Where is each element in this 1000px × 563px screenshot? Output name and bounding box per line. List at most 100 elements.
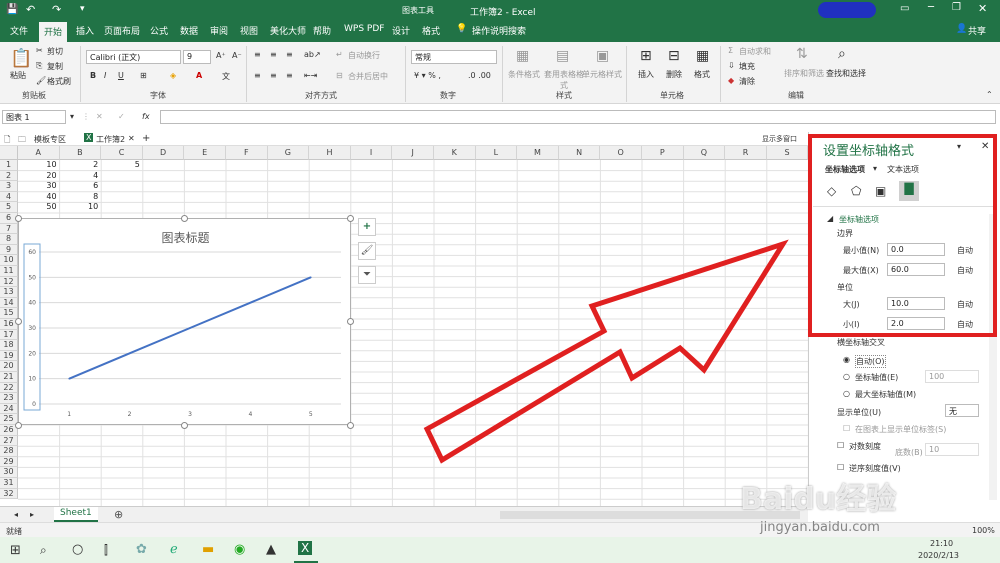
- row-header[interactable]: 22: [0, 382, 18, 394]
- row-header[interactable]: 31: [0, 478, 18, 489]
- phonetic-icon[interactable]: 文: [222, 71, 230, 82]
- column-header[interactable]: Q: [683, 146, 726, 160]
- row-header[interactable]: 3: [0, 181, 18, 192]
- formula-input[interactable]: [160, 110, 996, 124]
- format-painter-button[interactable]: 格式刷: [47, 76, 71, 87]
- cell-value[interactable]: 30: [18, 181, 56, 191]
- chart-resize-handle[interactable]: [181, 215, 188, 222]
- font-color-icon[interactable]: A: [196, 71, 202, 80]
- underline-icon[interactable]: U: [118, 71, 124, 80]
- row-header[interactable]: 27: [0, 435, 18, 447]
- collapse-ribbon-icon[interactable]: ⌃: [986, 90, 993, 99]
- chart-resize-handle[interactable]: [347, 318, 354, 325]
- row-header[interactable]: 17: [0, 329, 18, 341]
- insert-cells-button[interactable]: 插入: [638, 69, 654, 80]
- clear-button[interactable]: 清除: [739, 76, 755, 87]
- share-icon[interactable]: 👤: [956, 24, 967, 34]
- cell-value[interactable]: 50: [18, 202, 56, 212]
- cut-icon[interactable]: ✂: [36, 46, 43, 55]
- cell-value[interactable]: 2: [60, 160, 98, 170]
- cell-style-button[interactable]: 单元格样式: [582, 69, 622, 80]
- chart-resize-handle[interactable]: [15, 422, 22, 429]
- row-header[interactable]: 12: [0, 276, 18, 288]
- row-header[interactable]: 29: [0, 456, 18, 468]
- cross-auto-label[interactable]: 自动(O): [855, 355, 886, 368]
- row-header[interactable]: 18: [0, 340, 18, 351]
- excel-taskbar-icon[interactable]: X: [298, 541, 313, 555]
- conditional-format-icon[interactable]: ▦: [516, 48, 529, 64]
- new-tab-icon[interactable]: +: [142, 133, 150, 144]
- minimize-button[interactable]: ─: [928, 2, 934, 13]
- chart-styles-button[interactable]: 🖌: [358, 242, 376, 260]
- tab-beautify[interactable]: 美化大师: [270, 24, 306, 37]
- cross-max-label[interactable]: 最大坐标轴值(M): [855, 389, 916, 400]
- delete-cells-icon[interactable]: ⊟: [668, 48, 680, 64]
- sort-filter-icon[interactable]: ⇅: [796, 46, 808, 62]
- row-header[interactable]: 24: [0, 403, 18, 415]
- tab-text-options[interactable]: 文本选项: [887, 164, 919, 175]
- tab-axis-options-dropdown[interactable]: ▾: [873, 164, 877, 173]
- reverse-order-checkbox[interactable]: ☐: [837, 463, 844, 472]
- row-header[interactable]: 8: [0, 234, 18, 245]
- effects-icon[interactable]: ⬠: [851, 184, 861, 198]
- wrap-text-button[interactable]: 自动换行: [348, 50, 380, 61]
- cell-value[interactable]: 10: [60, 202, 98, 212]
- font-grow-icon[interactable]: A⁺: [216, 51, 226, 60]
- min-bound-input[interactable]: 0.0: [887, 243, 945, 256]
- data-point[interactable]: [128, 352, 131, 355]
- column-header[interactable]: D: [142, 146, 185, 160]
- next-sheet-icon[interactable]: ▸: [30, 510, 34, 519]
- major-auto-button[interactable]: 自动: [957, 299, 973, 310]
- row-header[interactable]: 15: [0, 308, 18, 319]
- column-header[interactable]: M: [517, 146, 559, 160]
- cancel-icon[interactable]: ✕: [96, 112, 103, 121]
- row-header[interactable]: 4: [0, 191, 18, 203]
- wechat-icon[interactable]: ◉: [234, 542, 245, 557]
- chart-filters-button[interactable]: ⏷: [358, 266, 376, 284]
- wrap-text-icon[interactable]: ↵: [336, 50, 343, 59]
- column-header[interactable]: N: [558, 146, 601, 160]
- data-point[interactable]: [310, 276, 312, 279]
- row-header[interactable]: 1: [0, 160, 18, 171]
- clock-date[interactable]: 2020/2/13: [918, 551, 959, 560]
- column-header[interactable]: C: [101, 146, 143, 160]
- tab-formulas[interactable]: 公式: [150, 24, 168, 37]
- tab-insert[interactable]: 插入: [76, 24, 94, 37]
- cross-value-radio[interactable]: ○: [843, 372, 850, 381]
- cross-value-label[interactable]: 坐标轴值(E): [855, 372, 898, 383]
- cell-value[interactable]: 5: [101, 160, 140, 170]
- doc-tab-book[interactable]: 工作簿2: [96, 134, 125, 145]
- autosum-button[interactable]: 自动求和: [739, 46, 771, 57]
- copy-button[interactable]: 复制: [47, 61, 63, 72]
- restore-button[interactable]: ❐: [952, 2, 961, 13]
- pane-scrollbar[interactable]: [989, 214, 997, 500]
- row-header[interactable]: 5: [0, 202, 18, 213]
- copy-icon[interactable]: ⎘: [36, 61, 42, 71]
- chart-resize-handle[interactable]: [15, 318, 22, 325]
- save-icon[interactable]: 💾: [6, 4, 18, 15]
- row-header[interactable]: 20: [0, 361, 18, 372]
- fill-button[interactable]: 填充: [739, 61, 755, 72]
- pane-close-button[interactable]: ✕: [981, 141, 989, 152]
- row-header[interactable]: 11: [0, 266, 18, 277]
- border-icon[interactable]: ⊞: [140, 71, 147, 80]
- name-box-dropdown-icon[interactable]: ▾: [70, 112, 74, 121]
- clock-time[interactable]: 21:10: [930, 539, 953, 548]
- min-auto-button[interactable]: 自动: [957, 245, 973, 256]
- axis-options-icon[interactable]: ▇: [899, 181, 919, 201]
- zoom-level[interactable]: 100%: [972, 526, 995, 535]
- add-sheet-icon[interactable]: ⊕: [114, 508, 123, 521]
- column-header[interactable]: O: [600, 146, 642, 160]
- tab-help[interactable]: 帮助: [313, 24, 331, 37]
- pane-options-icon[interactable]: ▾: [957, 142, 961, 151]
- chart-resize-handle[interactable]: [347, 422, 354, 429]
- cross-auto-radio[interactable]: ◉: [843, 355, 850, 364]
- chart-object[interactable]: 图表标题 0 10 20 30 40 50 60 1 2 3 4 5: [18, 218, 351, 425]
- column-header[interactable]: B: [59, 146, 102, 160]
- data-point[interactable]: [189, 327, 191, 329]
- orientation-icon[interactable]: ab↗: [304, 50, 321, 59]
- cell-style-icon[interactable]: ▣: [596, 48, 609, 64]
- row-header[interactable]: 32: [0, 488, 18, 500]
- tab-design[interactable]: 设计: [392, 24, 410, 37]
- merge-icon[interactable]: ⊟: [336, 71, 343, 80]
